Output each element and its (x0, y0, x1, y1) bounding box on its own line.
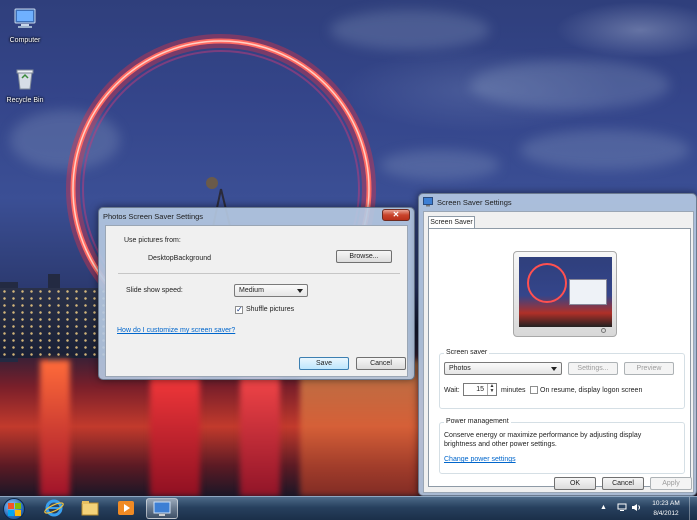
desktop-icon-recycle-bin[interactable]: Recycle Bin (0, 66, 50, 104)
windows-logo-icon (8, 503, 21, 516)
chevron-down-icon (551, 367, 557, 371)
folder-value: DesktopBackground (148, 255, 212, 262)
save-button[interactable]: Save (299, 357, 349, 370)
chevron-down-icon (297, 289, 303, 293)
monitor-preview (513, 251, 617, 337)
media-player-icon (118, 501, 134, 515)
window-title: Screen Saver Settings (437, 197, 512, 207)
group-label: Power management (444, 418, 511, 425)
browse-button[interactable]: Browse... (336, 250, 392, 263)
taskbar-media-player[interactable] (110, 498, 142, 519)
taskbar: ▲ 10:23 AM 8/4/2012 (0, 496, 697, 520)
close-icon: ✕ (392, 210, 400, 219)
screensaver-icon (423, 197, 433, 207)
taskbar-explorer[interactable] (74, 498, 106, 519)
preview-button[interactable]: Preview (624, 362, 674, 375)
help-link[interactable]: How do I customize my screen saver? (117, 327, 235, 334)
minutes-label: minutes (501, 387, 526, 394)
preview-screen (519, 257, 612, 327)
wait-minutes-input[interactable]: 15 ▲ ▼ (463, 383, 497, 396)
window-title: Photos Screen Saver Settings (103, 211, 204, 221)
settings-button[interactable]: Settings... (568, 362, 618, 375)
shuffle-checkbox[interactable] (235, 305, 243, 314)
window-titlebar[interactable]: Photos Screen Saver Settings (99, 208, 414, 224)
group-label: Screen saver (444, 349, 490, 356)
power-description: Conserve energy or maximize performance … (444, 432, 642, 439)
window-titlebar[interactable]: Screen Saver Settings (419, 194, 696, 210)
power-icon (601, 328, 606, 333)
use-pictures-label: Use pictures from: (124, 237, 181, 244)
power-description: brightness and other power settings. (444, 441, 557, 448)
computer-icon (14, 8, 36, 28)
power-management-group: Power management Conserve energy or maxi… (439, 418, 685, 474)
divider (118, 273, 400, 274)
screen-saver-value: Photos (449, 365, 471, 372)
screen-saver-group: Screen saver Photos Settings... Preview … (439, 349, 685, 409)
tab-panel: Screen saver Photos Settings... Preview … (428, 228, 691, 487)
show-desktop-button[interactable] (689, 497, 697, 520)
ok-button[interactable]: OK (554, 477, 596, 490)
close-button[interactable]: ✕ (382, 209, 410, 221)
clock-time[interactable]: 10:23 AM (646, 500, 686, 507)
speed-dropdown[interactable]: Medium (234, 284, 308, 297)
cancel-button[interactable]: Cancel (356, 357, 406, 370)
apply-button[interactable]: Apply (650, 477, 692, 490)
spinner-icon[interactable]: ▲ ▼ (487, 384, 496, 395)
display-settings-icon (153, 501, 171, 516)
screen-saver-dropdown[interactable]: Photos (444, 362, 562, 375)
screensaver-settings-window: Screen Saver Settings Screen Saver Scree… (418, 193, 697, 496)
network-icon[interactable] (617, 503, 627, 512)
clock-date[interactable]: 8/4/2012 (646, 510, 686, 517)
wait-label: Wait: (444, 387, 460, 394)
recycle-bin-icon (16, 69, 34, 90)
change-power-settings-link[interactable]: Change power settings (444, 456, 516, 463)
desktop-icon-computer[interactable]: Computer (0, 6, 50, 44)
taskbar-internet-explorer[interactable] (38, 498, 70, 519)
folder-icon (81, 501, 99, 516)
speed-value: Medium (239, 287, 264, 294)
desktop-icon-label: Computer (9, 37, 41, 44)
resume-logon-checkbox[interactable] (530, 386, 538, 394)
resume-logon-label: On resume, display logon screen (540, 387, 643, 394)
wait-value: 15 (476, 386, 484, 393)
taskbar-screensaver-settings[interactable] (146, 498, 178, 519)
show-hidden-icons-icon[interactable]: ▲ (600, 504, 607, 511)
start-button[interactable] (3, 498, 25, 520)
desktop-icon-label: Recycle Bin (6, 97, 44, 104)
speed-label: Slide show speed: (126, 287, 183, 294)
shuffle-label: Shuffle pictures (246, 306, 295, 313)
volume-icon[interactable] (631, 503, 641, 512)
cancel-button[interactable]: Cancel (602, 477, 644, 490)
photos-settings-window: Photos Screen Saver Settings ✕ Use pictu… (98, 207, 415, 380)
internet-explorer-icon (44, 499, 64, 517)
